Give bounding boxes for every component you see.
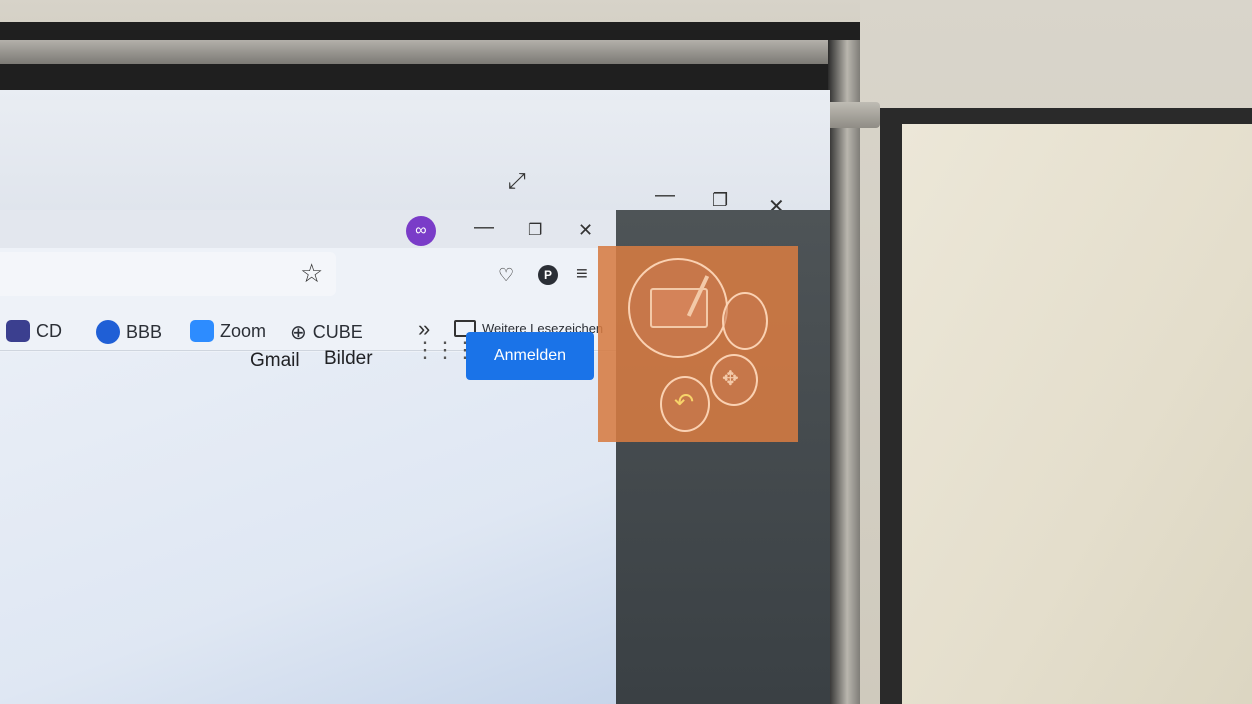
- bookmark-label: BBB: [126, 321, 163, 342]
- outer-restore-button[interactable]: ❐: [712, 190, 728, 211]
- display-frame-side: [828, 40, 860, 704]
- zoom-bookmark-icon: [190, 320, 214, 342]
- expand-icon[interactable]: ⤢: [508, 168, 526, 194]
- gmail-link[interactable]: Gmail: [250, 350, 300, 372]
- globe-icon: ⊕: [290, 322, 307, 344]
- inner-minimize-button[interactable]: —: [474, 216, 494, 239]
- pen-tool-icon[interactable]: [628, 258, 728, 358]
- display-frame-top: [0, 40, 840, 64]
- bookmark-zoom[interactable]: Zoom: [190, 320, 266, 342]
- outer-minimize-button[interactable]: —: [655, 184, 675, 207]
- menu-icon[interactable]: ≡: [576, 263, 588, 286]
- bookmark-star-icon[interactable]: ☆: [300, 258, 323, 289]
- browser-window: ∞ — ❐ ✕ ☆ ♡ P ≡ CD BBB Zoom ⊕ CUBE » Wei…: [0, 210, 616, 704]
- inner-restore-button[interactable]: ❐: [528, 220, 542, 240]
- pocket-icon[interactable]: ♡: [498, 265, 514, 286]
- apps-grid-icon[interactable]: ⋮⋮⋮: [414, 339, 476, 361]
- annotation-tool-overlay[interactable]: ✥ ↶: [598, 246, 798, 442]
- move-arrows-icon[interactable]: ✥: [710, 354, 758, 406]
- bookmark-label: Zoom: [220, 320, 267, 341]
- profile-icon[interactable]: P: [538, 265, 558, 285]
- outer-window-titlebar: ⤢ — ❐ ✕: [0, 90, 830, 225]
- bookmark-cube[interactable]: ⊕ CUBE: [290, 320, 363, 345]
- bookmark-label: CUBE: [312, 322, 363, 342]
- tab-strip: ∞ — ❐ ✕: [0, 210, 616, 248]
- document-icon[interactable]: [722, 292, 768, 350]
- page-content: Gmail Bilder ⋮⋮⋮ Anmelden: [0, 332, 616, 704]
- bookmark-cd[interactable]: CD: [6, 320, 62, 342]
- bookmark-label: CD: [36, 320, 62, 341]
- inner-close-button[interactable]: ✕: [578, 220, 593, 241]
- signin-button[interactable]: Anmelden: [466, 332, 594, 380]
- bbb-bookmark-icon: [96, 320, 120, 344]
- images-link[interactable]: Bilder: [324, 348, 373, 370]
- private-browsing-icon: ∞: [406, 216, 436, 246]
- undo-arrow-icon[interactable]: ↶: [660, 376, 710, 432]
- cd-bookmark-icon: [6, 320, 30, 342]
- whiteboard-panel: [880, 108, 1252, 704]
- address-bar[interactable]: ☆: [0, 252, 336, 296]
- bookmark-bbb[interactable]: BBB: [96, 320, 162, 344]
